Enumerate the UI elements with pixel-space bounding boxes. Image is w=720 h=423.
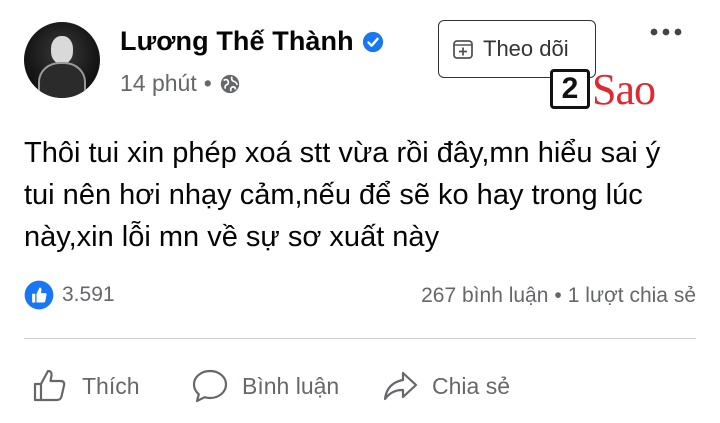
like-button[interactable]: Thích — [30, 360, 140, 412]
globe-icon[interactable] — [219, 73, 241, 95]
comment-label: Bình luận — [242, 372, 340, 399]
watermark-digit: 2 — [550, 69, 590, 109]
watermark-text: Sao — [592, 64, 656, 114]
follow-label: Theo dõi — [483, 36, 569, 61]
like-label: Thích — [82, 372, 140, 399]
counts-separator: • — [554, 284, 562, 307]
reaction-summary[interactable]: 3.591 — [24, 280, 115, 310]
post-time[interactable]: 14 phút — [120, 70, 197, 97]
engagement-counts: 267 bình luận • 1 lượt chia sẻ — [421, 284, 696, 308]
more-icon[interactable] — [648, 26, 684, 38]
thumbs-up-icon — [33, 369, 66, 402]
comment-button[interactable]: Bình luận — [190, 360, 339, 412]
author-row: Lương Thế Thành — [120, 26, 384, 57]
share-icon — [383, 371, 418, 401]
action-bar: Thích Bình luận Chia sẻ — [24, 360, 696, 412]
like-reaction-icon — [24, 280, 54, 310]
divider — [24, 338, 696, 339]
share-count[interactable]: 1 lượt chia sẻ — [568, 284, 696, 308]
comment-count[interactable]: 267 bình luận — [421, 284, 548, 308]
like-count: 3.591 — [62, 283, 115, 306]
share-label: Chia sẻ — [432, 372, 510, 399]
author-name[interactable]: Lương Thế Thành — [120, 26, 354, 57]
watermark-logo: 2 Sao — [550, 62, 686, 116]
verified-icon — [362, 31, 383, 52]
share-button[interactable]: Chia sẻ — [380, 360, 510, 412]
comment-icon — [192, 369, 228, 403]
follow-icon — [453, 40, 473, 59]
avatar[interactable] — [24, 22, 100, 98]
meta-separator: • — [203, 70, 212, 96]
post-meta: 14 phút • — [120, 70, 241, 97]
post-text: Thôi tui xin phép xoá stt vừa rồi đây,mn… — [24, 137, 661, 253]
post-stats: 3.591 267 bình luận • 1 lượt chia sẻ — [24, 280, 696, 314]
